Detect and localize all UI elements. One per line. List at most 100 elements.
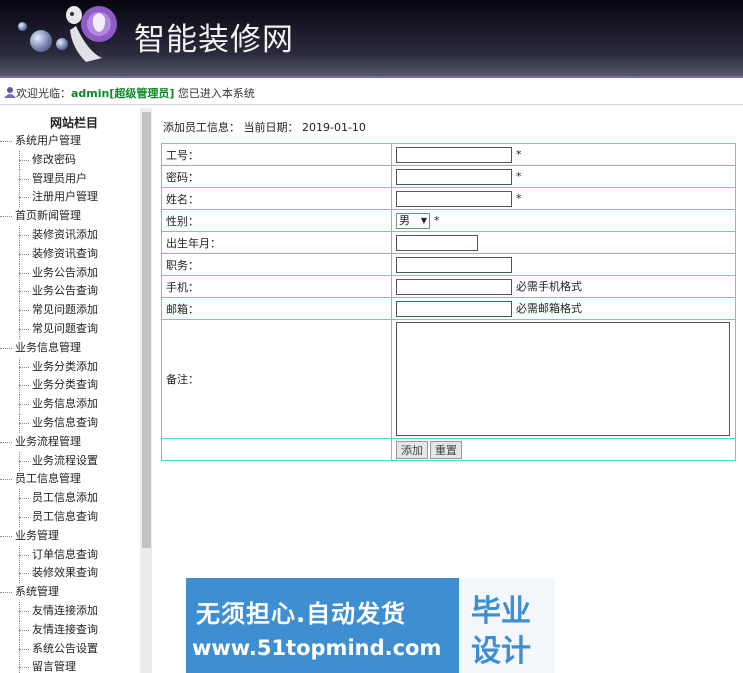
sidebar-tree: 系统用户管理 修改密码 管理员用户 注册用户管理 首页新闻管理 装修资讯添加 装修资讯查询业… (0, 132, 140, 673)
name-label: 姓名： (161, 187, 392, 210)
form-row: 姓名： * (161, 187, 736, 210)
sidebar-link[interactable]: 友情连接添加 (0, 601, 140, 621)
form-cell: 必需手机格式 (391, 275, 736, 298)
phone-input[interactable] (396, 279, 512, 295)
form-cell: * (391, 143, 736, 166)
sidebar-link[interactable]: 业务分类添加 (0, 357, 140, 377)
add-button[interactable]: 添加 (396, 440, 428, 459)
birth-input[interactable] (396, 234, 478, 251)
sidebar-scrollbar[interactable] (140, 108, 152, 673)
gender-select[interactable]: 男 ▼ (396, 212, 430, 229)
birth-label: 出生年月： (161, 231, 392, 254)
sidebar-link[interactable]: 留言管理 (0, 658, 140, 673)
sidebar-group[interactable]: 业务流程管理 (0, 433, 140, 452)
form-cell: 添加 重置 (391, 438, 736, 461)
sidebar-link[interactable]: 装修资讯查询 (0, 244, 140, 264)
sidebar-link[interactable]: 订单信息查询 (0, 545, 140, 565)
gender-label: 性别： (161, 209, 392, 232)
user-icon (4, 87, 16, 98)
watermark-banner: 无须担心.自动发货 www.51topmind.com 毕业 设计 (186, 578, 555, 673)
form-row: 职务： (161, 253, 736, 276)
banner-right-panel: 毕业 设计 (459, 578, 555, 673)
sidebar-group[interactable]: 系统管理 (0, 583, 140, 602)
emp-no-label: 工号： (161, 143, 392, 166)
form-caption: 添加员工信息： 当前日期： 2019-01-10 (163, 121, 366, 134)
position-input[interactable] (396, 256, 512, 273)
form-cell (391, 231, 736, 254)
sidebar-group[interactable]: 首页新闻管理 (0, 207, 140, 226)
sidebar-link[interactable]: 系统公告设置 (0, 639, 140, 659)
form-row: 邮箱： 必需邮箱格式 (161, 297, 736, 320)
mascot-logo-icon (66, 6, 117, 62)
sidebar-title: 网站栏目 (49, 116, 98, 130)
sidebar-group[interactable]: 员工信息管理 (0, 470, 140, 489)
form-cell (391, 319, 736, 439)
form-row: 备注： (161, 319, 736, 439)
empty-cell (161, 438, 392, 461)
form-row: 手机： 必需手机格式 (161, 275, 736, 298)
email-input[interactable] (396, 301, 512, 317)
banner-url: www.51topmind.com (192, 636, 442, 660)
form-cell: 必需邮箱格式 (391, 297, 736, 320)
welcome-user: admin[超级管理员] (71, 87, 175, 100)
remark-textarea[interactable] (396, 322, 730, 436)
sidebar-group[interactable]: 业务信息管理 (0, 339, 140, 358)
name-input[interactable] (396, 190, 512, 207)
sidebar-link[interactable]: 员工信息查询 (0, 507, 140, 527)
form-row: 添加 重置 (161, 438, 736, 461)
scrollbar-thumb[interactable] (142, 112, 151, 548)
decor-bubble (30, 30, 52, 52)
email-hint: 必需邮箱格式 (516, 302, 582, 315)
sidebar-group[interactable]: 系统用户管理 (0, 132, 140, 151)
welcome-text: 欢迎光临：admin[超级管理员] 您已进入本系统 (4, 85, 255, 101)
sidebar-link[interactable]: 业务信息查询 (0, 413, 140, 433)
emp-no-input[interactable] (396, 146, 512, 163)
reset-button[interactable]: 重置 (430, 440, 462, 459)
sidebar-link[interactable]: 注册用户管理 (0, 188, 140, 208)
sidebar: 网站栏目 系统用户管理 修改密码 管理员用户 注册用户管理 首页新闻管理 装修资讯添加 装修… (0, 108, 152, 673)
employee-form: 工号： * 密码： * 姓名： * 性别： 男 ▼ * 出生年月： 职务： 手机： … (161, 143, 736, 461)
form-row: 工号： * (161, 143, 736, 166)
required-mark: * (516, 169, 522, 183)
decor-bubble (18, 22, 27, 31)
sidebar-link[interactable]: 友情连接查询 (0, 620, 140, 640)
required-mark: * (434, 213, 440, 227)
required-mark: * (516, 191, 522, 205)
form-cell (391, 253, 736, 276)
site-title: 智能装修网 (134, 22, 294, 58)
welcome-prefix: 欢迎光临： (16, 87, 71, 100)
sidebar-link[interactable]: 修改密码 (0, 150, 140, 170)
sidebar-link[interactable]: 业务流程设置 (0, 451, 140, 471)
email-label: 邮箱： (161, 297, 392, 320)
banner-line1: 无须担心.自动发货 (196, 600, 407, 628)
sidebar-group[interactable]: 业务管理 (0, 527, 140, 546)
sidebar-link[interactable]: 装修效果查询 (0, 564, 140, 584)
sidebar-link[interactable]: 常见问题添加 (0, 301, 140, 320)
phone-label: 手机： (161, 275, 392, 298)
sidebar-link[interactable]: 常见问题查询 (0, 319, 140, 339)
sidebar-link[interactable]: 业务分类查询 (0, 376, 140, 396)
password-label: 密码： (161, 165, 392, 188)
phone-hint: 必需手机格式 (516, 280, 582, 293)
form-row: 性别： 男 ▼ * (161, 209, 736, 232)
welcome-bar: 欢迎光临：admin[超级管理员] 您已进入本系统 (0, 76, 743, 105)
position-label: 职务： (161, 253, 392, 276)
sidebar-link[interactable]: 业务公告查询 (0, 282, 140, 302)
banner-right1: 毕业 (471, 594, 531, 629)
sidebar-link[interactable]: 管理员用户 (0, 169, 140, 189)
banner-blue-panel: 无须担心.自动发货 www.51topmind.com (186, 578, 459, 673)
sidebar-link[interactable]: 员工信息添加 (0, 489, 140, 508)
form-cell: * (391, 165, 736, 188)
form-row: 出生年月： (161, 231, 736, 254)
welcome-suffix: 您已进入本系统 (174, 87, 255, 100)
sidebar-link[interactable]: 装修资讯添加 (0, 225, 140, 245)
form-row: 密码： * (161, 165, 736, 188)
sidebar-link[interactable]: 业务信息添加 (0, 395, 140, 414)
form-cell: 男 ▼ * (391, 209, 736, 232)
site-header: 智能装修网 (0, 0, 743, 76)
required-mark: * (516, 147, 522, 161)
banner-right2: 设计 (471, 634, 531, 669)
form-cell: * (391, 187, 736, 210)
sidebar-link[interactable]: 业务公告添加 (0, 263, 140, 283)
password-input[interactable] (396, 168, 512, 185)
